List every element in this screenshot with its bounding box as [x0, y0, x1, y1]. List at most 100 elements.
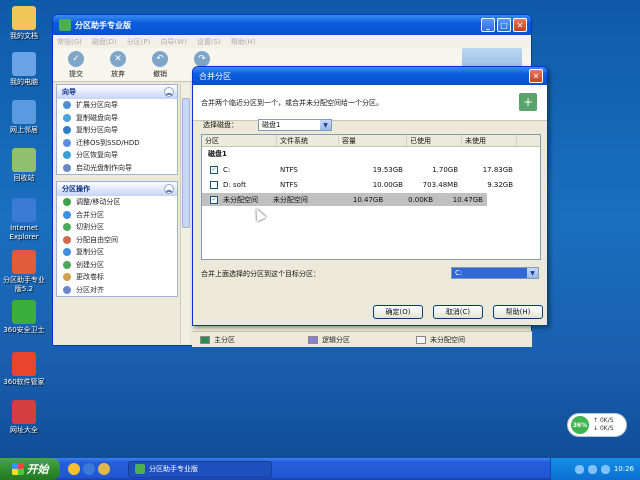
scrollbar-thumb[interactable]	[182, 98, 190, 228]
partition-fs: NTFS	[280, 180, 298, 189]
column-header[interactable]: 已使用	[407, 135, 462, 146]
panel-item[interactable]: 切割分区	[57, 221, 177, 234]
chevron-down-icon[interactable]: ▼	[527, 268, 538, 278]
desktop-icon[interactable]: 360软件管家	[0, 352, 48, 387]
panel-item-label: 分配自由空间	[76, 235, 118, 244]
column-header[interactable]: 未使用	[462, 135, 517, 146]
panel-item[interactable]: 分区恢复向导	[57, 149, 177, 162]
ops-panel-header[interactable]: 分区操作 ︽	[57, 182, 177, 196]
cancel-button[interactable]: 取消(C)	[433, 305, 483, 319]
toolbar-button-label: 提交	[69, 69, 83, 78]
legend-item: 逻辑分区	[308, 335, 408, 345]
quick-launch-icon[interactable]	[68, 463, 80, 475]
upload-rate: ↑ 0K/S	[593, 417, 614, 424]
toolbar-button[interactable]: ✓ 提交	[57, 50, 95, 79]
menu-bar: 常规(G) 磁盘(D) 分区(P) 向导(W) 设置(S) 帮助(H)	[53, 35, 531, 48]
partition-name: C:	[223, 165, 231, 174]
desktop-app-icon	[12, 250, 36, 274]
dialog-title-bar[interactable]: 合并分区 ✕	[193, 67, 547, 85]
partition-checkbox[interactable]: ✓	[210, 195, 218, 204]
desktop-app-icon	[12, 100, 36, 124]
panel-item[interactable]: 迁移OS到SSD/HDD	[57, 137, 177, 150]
maximize-button[interactable]: □	[497, 18, 511, 32]
windows-flag-icon	[11, 463, 24, 475]
panel-item[interactable]: 复制分区向导	[57, 124, 177, 137]
panel-item[interactable]: 更改卷标	[57, 271, 177, 284]
panel-item-icon	[63, 101, 71, 110]
dialog-close-button[interactable]: ✕	[529, 69, 543, 83]
column-header[interactable]: 容量	[339, 135, 407, 146]
quick-launch-icon[interactable]	[98, 463, 110, 475]
chevron-down-icon[interactable]: ▼	[320, 120, 331, 130]
panel-item-icon	[63, 126, 71, 135]
desktop-icon[interactable]: 网址大全	[0, 400, 48, 435]
toolbar-icon: ↷	[194, 50, 210, 67]
menu-item[interactable]: 常规(G)	[57, 37, 82, 47]
network-speed-widget[interactable]: 36% ↑ 0K/S ↓ 0K/S	[567, 413, 627, 437]
table-row[interactable]: D: soft NTFS 10.00GB 703.48MB 9.32GB	[202, 178, 540, 191]
ok-button[interactable]: 确定(O)	[373, 305, 423, 319]
target-partition-dropdown[interactable]: C: ▼	[451, 267, 539, 279]
menu-item[interactable]: 向导(W)	[160, 37, 186, 47]
tray-icon[interactable]	[574, 464, 584, 474]
partition-checkbox[interactable]	[210, 180, 218, 189]
select-disk-dropdown[interactable]: 磁盘1 ▼	[258, 119, 332, 131]
panel-item[interactable]: 启动光盘制作向导	[57, 162, 177, 175]
disk-group-label: 磁盘1	[208, 150, 227, 158]
menu-item[interactable]: 帮助(H)	[231, 37, 256, 47]
panel-item[interactable]: 分区对齐	[57, 284, 177, 297]
panel-item[interactable]: 分配自由空间	[57, 234, 177, 247]
wizard-panel-header[interactable]: 向导 ︽	[57, 85, 177, 99]
start-button[interactable]: 开始	[0, 458, 60, 480]
desktop-icon[interactable]: 360安全卫士	[0, 300, 48, 335]
app-title-bar[interactable]: 分区助手专业版 _ □ ✕	[53, 15, 531, 35]
menu-item[interactable]: 分区(P)	[127, 37, 151, 47]
panel-item[interactable]: 复制分区	[57, 246, 177, 259]
desktop-icon[interactable]: 我的文档	[0, 6, 48, 41]
toolbar-icon: ✕	[110, 50, 126, 67]
column-header[interactable]: 文件系统	[277, 135, 339, 146]
panel-item-icon	[63, 248, 71, 257]
partition-capacity: 19.53GB	[372, 165, 403, 174]
menu-item[interactable]: 设置(S)	[197, 37, 221, 47]
desktop-icon[interactable]: 网上邻居	[0, 100, 48, 135]
table-row[interactable]: ✓ 未分配空间 未分配空间 10.47GB 0.00KB 10.47GB	[202, 193, 487, 206]
legend-swatch	[416, 335, 426, 344]
desktop-icon[interactable]: 回收站	[0, 148, 48, 183]
help-button[interactable]: 帮助(H)	[493, 305, 543, 319]
panel-item[interactable]: 调整/移动分区	[57, 196, 177, 209]
panel-item[interactable]: 复制磁盘向导	[57, 112, 177, 125]
desktop-icon[interactable]: 分区助手专业版5.2	[0, 250, 48, 294]
desktop-app-icon	[12, 352, 36, 376]
dialog-header: 合并两个临近分区到一个，或合并未分配空间给一个分区。 +	[193, 85, 547, 121]
collapse-icon[interactable]: ︽	[164, 184, 174, 194]
close-button[interactable]: ✕	[513, 18, 527, 32]
app-title: 分区助手专业版	[75, 20, 131, 30]
taskbar-item-partition-assistant[interactable]: 分区助手专业版	[128, 460, 272, 478]
quick-launch-icon[interactable]	[83, 463, 95, 475]
desktop-icon[interactable]: Internet Explorer	[0, 198, 48, 242]
desktop-icon-label: 网址大全	[10, 426, 38, 434]
tray-icon[interactable]	[600, 464, 610, 474]
toolbar-button[interactable]: ↶ 撤销	[141, 50, 179, 79]
toolbar-button[interactable]: ✕ 放弃	[99, 50, 137, 79]
desktop-icon[interactable]: 我的电脑	[0, 52, 48, 87]
left-panel-scrollbar[interactable]	[180, 84, 190, 344]
panel-item[interactable]: 扩展分区向导	[57, 99, 177, 112]
panel-item-icon	[63, 151, 71, 160]
merge-partition-dialog: 合并分区 ✕ 合并两个临近分区到一个，或合并未分配空间给一个分区。 + 选择磁盘…	[192, 66, 548, 326]
tray-icon[interactable]	[587, 464, 597, 474]
collapse-icon[interactable]: ︽	[164, 87, 174, 97]
menu-item[interactable]: 磁盘(D)	[92, 37, 117, 47]
panel-item[interactable]: 创建分区	[57, 259, 177, 272]
panel-item[interactable]: 合并分区	[57, 209, 177, 222]
panel-item-icon	[63, 273, 71, 282]
select-disk-label: 选择磁盘：	[203, 121, 238, 129]
desktop-icon-label: 360安全卫士	[3, 326, 45, 334]
target-row: 合并上面选择的分区到这个目标分区： C: ▼	[201, 267, 541, 279]
column-header[interactable]: 分区	[202, 135, 277, 146]
partition-free: 17.83GB	[482, 165, 513, 174]
partition-checkbox[interactable]: ✓	[210, 165, 218, 174]
table-row[interactable]: ✓ C: NTFS 19.53GB 1.70GB 17.83GB	[202, 163, 540, 176]
minimize-button[interactable]: _	[481, 18, 495, 32]
